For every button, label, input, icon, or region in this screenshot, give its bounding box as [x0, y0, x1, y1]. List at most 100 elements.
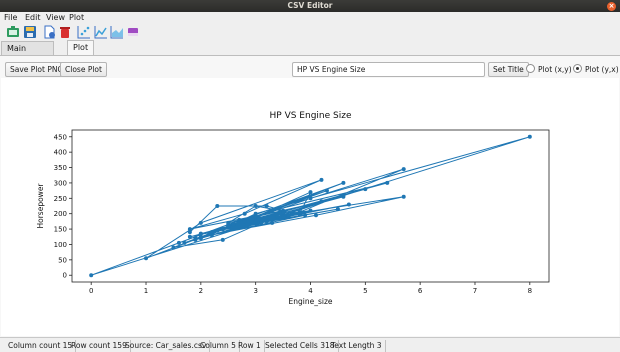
area-plot-icon[interactable] [110, 25, 124, 39]
data-point [270, 220, 275, 225]
y-tick-label: 450 [54, 133, 67, 141]
x-axis-label: Engine_size [289, 297, 333, 306]
save-plot-png-button[interactable]: Save Plot PNG [5, 62, 69, 77]
x-tick-label: 5 [363, 287, 367, 295]
radio-plot-yx[interactable]: Plot (y,x) [573, 64, 619, 76]
data-point [308, 208, 313, 213]
data-point [286, 214, 291, 219]
status-row: Row 1 [235, 340, 265, 352]
close-plot-button[interactable]: Close Plot [60, 62, 107, 77]
menu-edit[interactable]: Edit [25, 13, 41, 23]
data-point [171, 245, 176, 250]
menubar: File Edit View Plot [0, 12, 620, 24]
x-tick-label: 2 [199, 287, 203, 295]
x-tick-label: 4 [308, 287, 313, 295]
y-tick-label: 100 [54, 241, 67, 249]
chart-svg: HP VS Engine Size 0 1 2 3 4 5 6 7 8 0 50 100 150 200 25… [36, 111, 550, 306]
radio-plot-yx-indicator[interactable] [573, 64, 582, 73]
data-point [215, 204, 220, 208]
data-point [187, 234, 192, 239]
eraser-icon[interactable] [126, 25, 140, 39]
data-point [308, 190, 313, 195]
data-point [193, 236, 198, 241]
x-tick-label: 0 [89, 287, 93, 295]
toolbar [0, 24, 620, 40]
y-tick-label: 400 [54, 149, 67, 157]
data-point [215, 228, 220, 233]
data-point [231, 222, 236, 227]
menu-file[interactable]: File [4, 13, 17, 23]
data-point [226, 220, 231, 225]
data-point [275, 214, 280, 219]
data-point [385, 180, 390, 185]
open-icon[interactable] [6, 25, 20, 39]
data-point [319, 199, 324, 204]
tab-main-document[interactable]: Main Document [1, 41, 55, 66]
data-point [363, 187, 368, 192]
data-point [308, 196, 313, 201]
open-file-icon[interactable] [42, 25, 56, 39]
data-point [297, 211, 302, 216]
x-tick-label: 3 [253, 287, 257, 295]
y-tick-label: 250 [54, 195, 67, 203]
tab-plot[interactable]: Plot [67, 40, 95, 55]
data-point [237, 217, 242, 222]
data-point [281, 210, 286, 215]
data-point [319, 177, 324, 182]
data-point [313, 213, 318, 218]
data-point [220, 237, 225, 242]
window-titlebar: CSV Editor × [0, 0, 620, 12]
y-axis-label: Horsepower [36, 183, 45, 229]
data-point [335, 207, 340, 212]
data-point [144, 256, 149, 261]
data-point [527, 134, 532, 139]
close-window-button[interactable]: × [607, 2, 616, 11]
data-point [187, 227, 192, 232]
data-point [259, 220, 264, 225]
data-point [270, 208, 275, 213]
menu-view[interactable]: View [46, 13, 65, 23]
delete-icon[interactable] [58, 25, 72, 39]
y-tick-label: 200 [54, 210, 67, 218]
plot-canvas: HP VS Engine Size 0 1 2 3 4 5 6 7 8 0 50 100 150 200 25… [1, 78, 619, 336]
x-tick-label: 8 [528, 287, 532, 295]
series-line [90, 136, 531, 276]
radio-plot-xy-label: Plot (x,y) [538, 65, 572, 74]
data-point [182, 240, 187, 245]
data-point [401, 167, 406, 172]
radio-plot-xy[interactable]: Plot (x,y) [526, 64, 572, 76]
save-icon[interactable] [23, 25, 37, 39]
data-point [220, 227, 225, 232]
status-column: Column 5 [197, 340, 240, 352]
x-tick-label: 1 [144, 287, 148, 295]
data-point [264, 204, 269, 208]
set-title-button[interactable]: Set Title [488, 62, 529, 77]
data-point [253, 204, 258, 208]
data-point [303, 213, 308, 218]
y-tick-label: 0 [63, 272, 67, 280]
menu-plot[interactable]: Plot [69, 13, 84, 23]
y-tick-label: 50 [58, 256, 67, 264]
status-text-length: Text Length 3 [328, 340, 386, 352]
data-point [341, 180, 346, 185]
data-point [209, 230, 214, 235]
data-point [253, 214, 258, 219]
radio-plot-xy-indicator[interactable] [526, 64, 535, 73]
data-point [242, 211, 247, 216]
data-point [253, 219, 258, 224]
chart-title: HP VS Engine Size [270, 111, 352, 121]
data-point [264, 219, 269, 224]
y-tick-label: 150 [54, 226, 67, 234]
data-point [346, 202, 351, 207]
radio-plot-yx-label: Plot (y,x) [585, 65, 619, 74]
data-point [198, 220, 203, 225]
plot-title-input[interactable]: HP VS Engine Size [292, 62, 485, 77]
statusbar: Column count 15 Row count 159 Source: Ca… [0, 337, 620, 352]
x-tick-label: 7 [473, 287, 477, 295]
scatter-plot-icon[interactable] [77, 25, 91, 39]
status-column-count: Column count 15 [5, 340, 77, 352]
data-point [341, 194, 346, 199]
line-plot-icon[interactable] [94, 25, 108, 39]
plot-panel: Save Plot PNG Close Plot HP VS Engine Si… [0, 55, 620, 337]
data-point [281, 214, 286, 219]
